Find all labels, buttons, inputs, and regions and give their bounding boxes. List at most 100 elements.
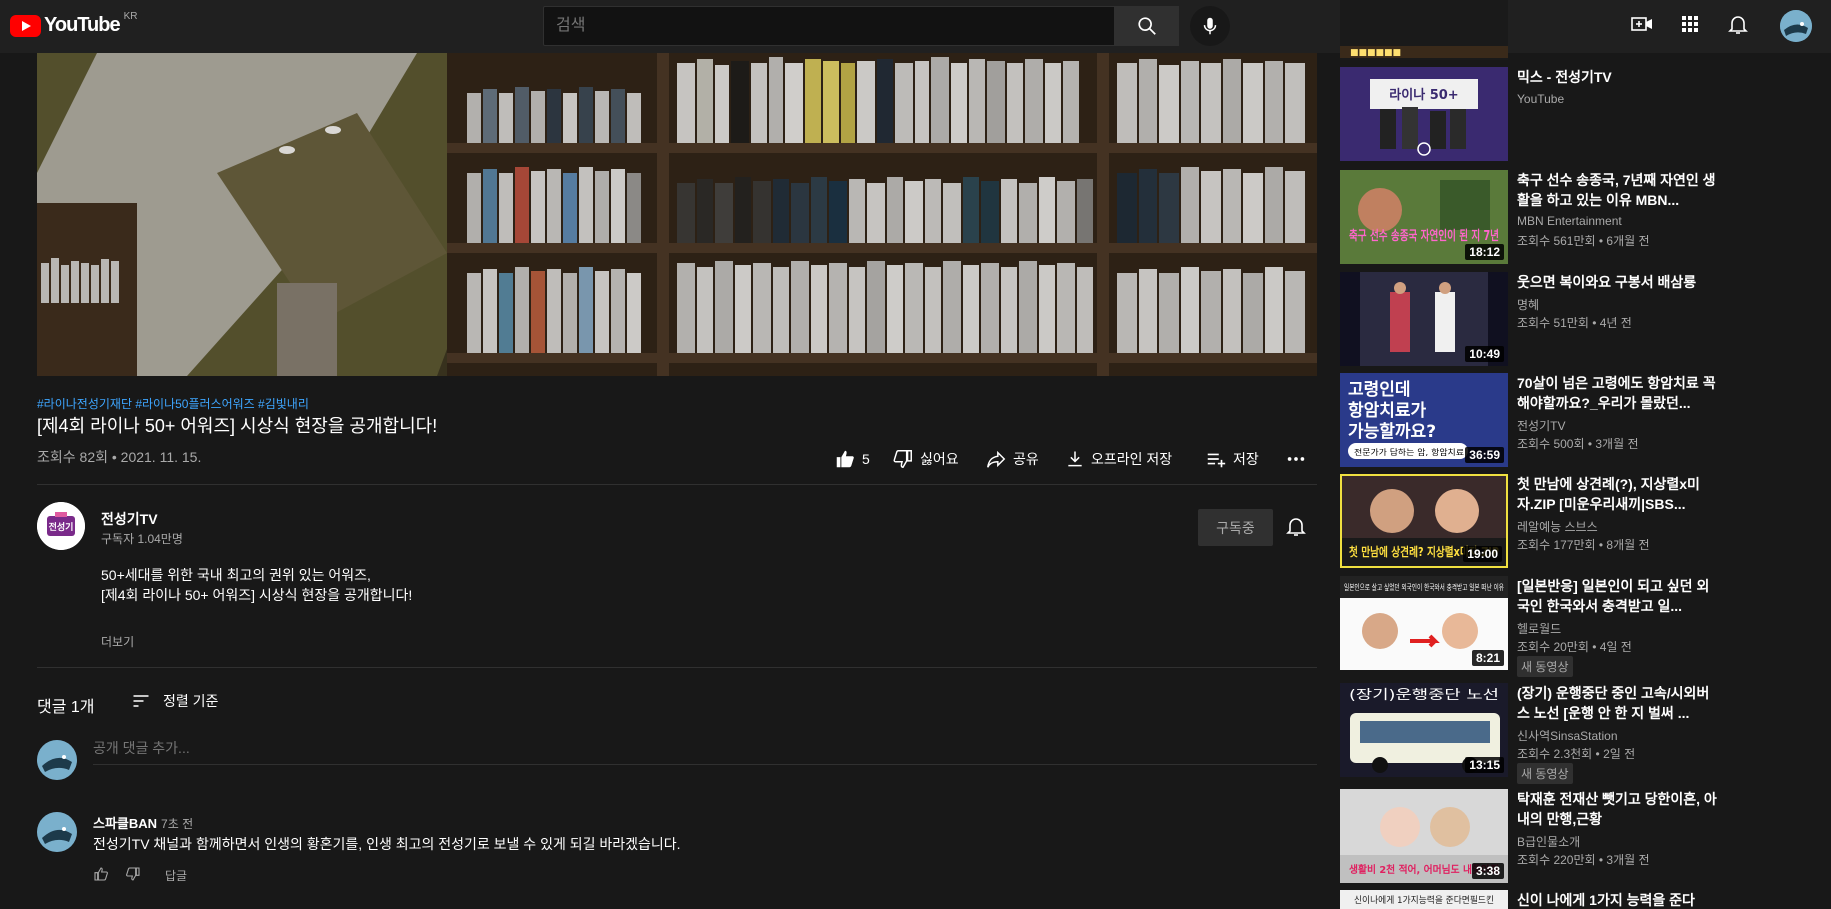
- recommendation-meta: 조회수 220만회 • 3개월 전: [1517, 853, 1650, 867]
- recommendation-title[interactable]: 축구 선수 송종국, 7년째 자연인 생활을 하고 있는 이유 MBN...: [1517, 170, 1717, 210]
- more-actions-button[interactable]: [1285, 447, 1307, 471]
- thumbs-down-icon: [893, 450, 912, 468]
- thumbnail-text: 전문가가 답하는 암, 항암치료: [1354, 447, 1464, 457]
- video-thumbnail[interactable]: 신이나에게 1가지능력을 준다면필드킨: [1340, 890, 1508, 909]
- search-input[interactable]: [544, 7, 1114, 45]
- current-user-avatar: [37, 740, 77, 780]
- user-avatar[interactable]: [1780, 10, 1812, 42]
- recommendation-title[interactable]: 웃으면 복이와요 구봉서 배삼룡: [1517, 272, 1717, 292]
- microphone-icon: [1203, 17, 1217, 35]
- youtube-logo[interactable]: YouTube KR: [10, 11, 137, 37]
- video-duration: 36:59: [1465, 447, 1504, 463]
- video-title: [제4회 라이나 50+ 어워즈] 시상식 현장을 공개합니다!: [37, 416, 438, 436]
- download-button[interactable]: 오프라인 저장: [1065, 447, 1172, 471]
- recommendation-channel[interactable]: MBN Entertainment: [1517, 214, 1622, 228]
- video-thumbnail[interactable]: 생활비 2천 적어, 어머님도 내쫓아줘 3:38: [1340, 789, 1508, 883]
- channel-notification-button[interactable]: [1284, 514, 1308, 543]
- recommendation-title[interactable]: 믹스 - 전성기TV: [1517, 67, 1717, 87]
- comment-input[interactable]: [93, 740, 1317, 756]
- video-duration: 10:49: [1465, 346, 1504, 362]
- comment-dislike-button[interactable]: [125, 866, 141, 885]
- comment-actions: 답글: [93, 866, 187, 885]
- video-thumbnail[interactable]: 축구 선수 송종국 자연인이 된 지 7년 18:12: [1340, 170, 1508, 264]
- sort-icon: [133, 695, 149, 707]
- recommendation-channel[interactable]: 레알예능 스브스: [1517, 518, 1598, 535]
- thumbnail-text: 고령인데: [1348, 379, 1411, 400]
- description-line: [제4회 라이나 50+ 어워즈] 시상식 현장을 공개합니다!: [101, 587, 413, 603]
- video-thumbnail[interactable]: 첫 만남에 상견례? 지상렬x미자.ZIP 19:00: [1340, 474, 1508, 568]
- video-thumbnail[interactable]: ■■■■■■: [1340, 0, 1508, 60]
- thumbs-up-icon: [836, 450, 854, 468]
- voice-search-button[interactable]: [1190, 6, 1230, 46]
- new-video-badge: 새 동영상: [1517, 763, 1573, 784]
- comment-reply-button[interactable]: 답글: [165, 867, 187, 884]
- comment-author-name[interactable]: 스파클BAN: [93, 816, 157, 831]
- description-line: 50+세대를 위한 국내 최고의 권위 있는 어워즈,: [101, 567, 371, 583]
- avatar-image: [37, 740, 77, 780]
- divider: [37, 484, 1317, 485]
- sort-label: 정렬 기준: [163, 693, 219, 709]
- video-hashtags[interactable]: #라이나전성기재단 #라이나50플러스어워즈 #김빛내리: [37, 395, 309, 412]
- channel-logo-text: 전성기: [49, 521, 74, 533]
- thumbnail-image: 라이나 50+: [1340, 67, 1508, 161]
- show-more-link[interactable]: 더보기: [101, 633, 134, 650]
- recommendation-channel[interactable]: 전성기TV: [1517, 417, 1565, 434]
- share-button[interactable]: 공유: [985, 447, 1039, 471]
- channel-avatar[interactable]: 전성기: [37, 502, 85, 550]
- channel-name[interactable]: 전성기TV: [101, 509, 158, 529]
- thumbnail-text: 축구 선수 송종국 자연인이 된 지 7년: [1349, 228, 1499, 244]
- comment-like-button[interactable]: [93, 866, 109, 885]
- recommendation-title[interactable]: 신이 나에게 1가지 능력을 준다: [1517, 890, 1717, 909]
- recommendation-title[interactable]: (장기) 운행중단 중인 고속/시외버스 노선 [운행 안 한 지 벌써 ...: [1517, 683, 1717, 723]
- youtube-play-icon: [10, 14, 41, 37]
- recommendation-channel[interactable]: 신사역SinsaStation: [1517, 727, 1618, 744]
- comment-input-box[interactable]: [93, 740, 1317, 765]
- thumbs-up-icon: [94, 867, 108, 881]
- recommendation-title[interactable]: 첫 만남에 상견례(?), 지상렬x미자.ZIP [미운우리새끼|SBS...: [1517, 474, 1717, 514]
- recommendation-title[interactable]: 탁재훈 전재산 뺏기고 당한이혼, 아내의 만행,근황: [1517, 789, 1717, 829]
- channel-logo-image: 전성기: [37, 502, 85, 550]
- recommendation-meta: 조회수 51만회 • 4년 전: [1517, 316, 1632, 330]
- bell-icon: [1728, 16, 1748, 34]
- video-thumbnail[interactable]: 일본인으로 살고 싶었던 외국인이 한국와서 충격받고 일본 떠난 이유 8:2…: [1340, 576, 1508, 670]
- notifications-button[interactable]: [1726, 12, 1750, 41]
- like-count: 5: [862, 451, 870, 467]
- recommendation-channel[interactable]: B급인물소개: [1517, 833, 1580, 850]
- dislike-button[interactable]: 싫어요: [892, 447, 959, 471]
- recommendation-channel[interactable]: 명혜: [1517, 296, 1539, 313]
- share-label: 공유: [1013, 451, 1039, 467]
- svg-text:■■■■■■: ■■■■■■: [1350, 48, 1401, 58]
- video-thumbnail[interactable]: 10:49: [1340, 272, 1508, 366]
- recommendation-meta: 조회수 177만회 • 8개월 전: [1517, 538, 1650, 552]
- recommendation-channel[interactable]: YouTube: [1517, 92, 1564, 106]
- video-frame-image: [37, 53, 1317, 376]
- new-video-badge: 새 동영상: [1517, 656, 1573, 677]
- comment-timestamp[interactable]: 7초 전: [161, 817, 193, 831]
- divider: [37, 667, 1317, 668]
- sort-button[interactable]: 정렬 기준: [131, 691, 218, 711]
- like-button[interactable]: 5: [834, 447, 870, 471]
- search-box[interactable]: [543, 6, 1115, 46]
- thumbnail-text: (장기)운행중단 노선: [1349, 687, 1499, 703]
- thumbs-down-icon: [126, 867, 140, 881]
- video-thumbnail[interactable]: 라이나 50+: [1340, 67, 1508, 161]
- thumbnail-text: 항암치료가: [1348, 400, 1427, 421]
- recommendation-channel[interactable]: 헬로월드: [1517, 620, 1561, 637]
- save-button[interactable]: 저장: [1205, 447, 1259, 471]
- search-icon: [1138, 17, 1156, 35]
- subscribed-button[interactable]: 구독중: [1198, 509, 1273, 546]
- recommendation-meta: 조회수 500회 • 3개월 전: [1517, 437, 1639, 451]
- playlist-add-icon: [1207, 453, 1226, 468]
- video-player[interactable]: [37, 53, 1317, 376]
- search-button[interactable]: [1115, 6, 1179, 46]
- subscriber-count: 구독자 1.04만명: [101, 532, 183, 546]
- logo-wordmark: YouTube: [44, 14, 121, 36]
- recommendation-title[interactable]: [일본반응] 일본인이 되고 싶던 외국인 한국와서 충격받고 일...: [1517, 576, 1717, 616]
- commenter-avatar[interactable]: [37, 812, 77, 852]
- dislike-label: 싫어요: [920, 451, 959, 467]
- comment-author[interactable]: 스파클BAN 7초 전: [93, 813, 193, 832]
- video-thumbnail[interactable]: (장기)운행중단 노선 13:15: [1340, 683, 1508, 777]
- more-horizontal-icon: [1287, 457, 1305, 461]
- video-thumbnail[interactable]: 고령인데 항암치료가 가능할까요? 전문가가 답하는 암, 항암치료 36:59: [1340, 373, 1508, 467]
- recommendation-title[interactable]: 70살이 넘은 고령에도 항암치료 꼭 해야할까요?_우리가 몰랐던...: [1517, 373, 1717, 413]
